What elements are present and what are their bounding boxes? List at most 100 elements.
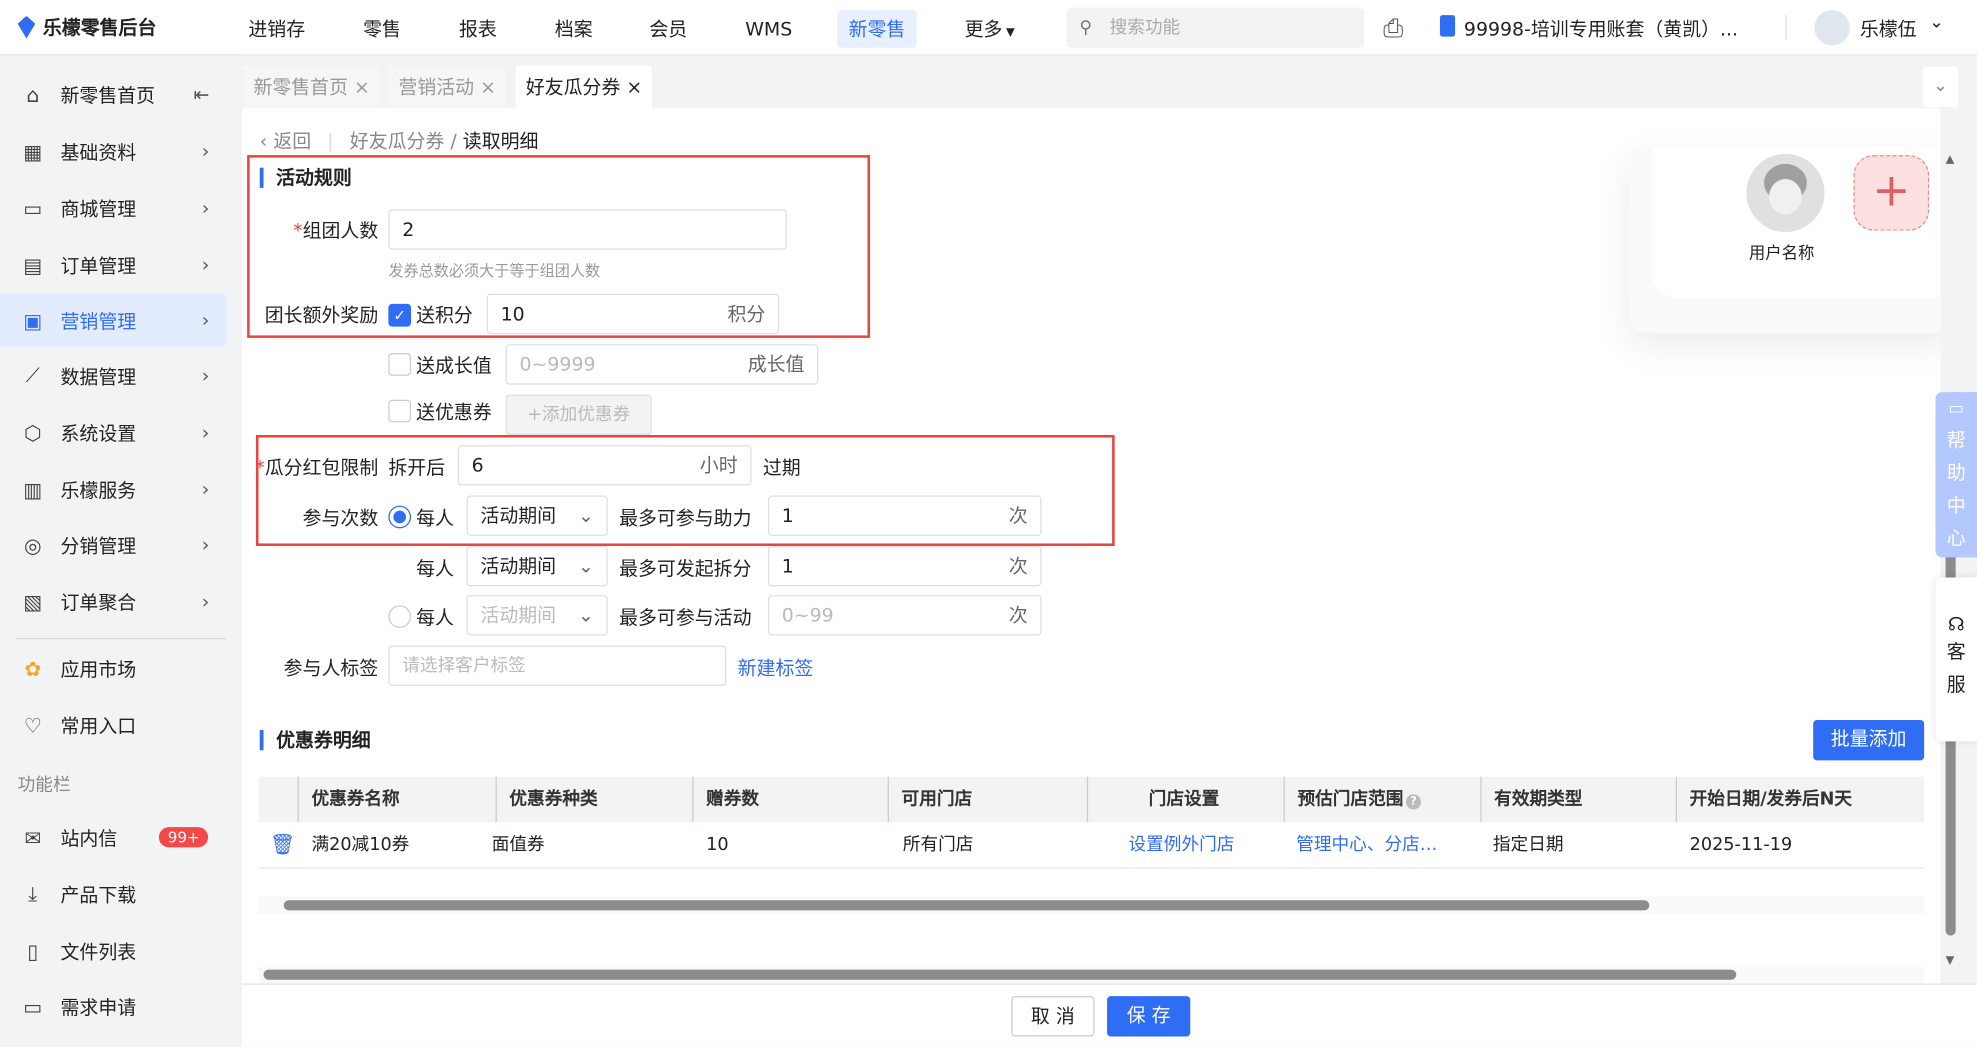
close-icon[interactable]: × <box>354 76 370 99</box>
leader-reward-label: 团长额外奖励 <box>264 303 379 327</box>
split-hours-input[interactable]: 6 小时 <box>457 445 752 486</box>
delete-icon[interactable]: 🗑 <box>270 822 296 867</box>
service-icon: ▥ <box>23 477 43 502</box>
sidebar-item-home[interactable]: ⌂ 新零售首页 ⇤ <box>0 68 227 121</box>
headset-icon: ☊ <box>1947 612 1965 636</box>
points-checkbox[interactable]: ✓ <box>388 303 412 327</box>
per-person-label: 每人 <box>416 557 454 581</box>
printer-icon[interactable]: ⎙ <box>1383 13 1403 43</box>
sidebar-item-files[interactable]: ▯ 文件列表 <box>0 924 227 977</box>
close-icon[interactable]: × <box>626 76 642 99</box>
help-icon[interactable]: ? <box>1405 794 1422 810</box>
sidebar-item-mall[interactable]: ▭ 商城管理 › <box>0 182 227 235</box>
nav-reports[interactable]: 报表 <box>448 10 509 48</box>
sidebar-item-messages[interactable]: ✉ 站内信 99+ <box>0 811 227 864</box>
group-size-label: *组团人数 <box>293 219 379 243</box>
activity-limit-input[interactable]: 0~99 次 <box>767 595 1042 636</box>
assist-limit-radio[interactable] <box>388 505 412 529</box>
search-input[interactable]: ⚲ 搜索功能 <box>1066 7 1365 48</box>
chart-icon: ⟋ <box>25 363 40 388</box>
chevron-right-icon: › <box>201 477 210 501</box>
scroll-down-icon[interactable]: ▼ <box>1946 955 1955 968</box>
nav-more[interactable]: 更多 ▼ <box>953 10 1026 48</box>
sidebar-item-data[interactable]: ⟋ 数据管理 › <box>0 349 227 402</box>
page-horizontal-scrollbar[interactable] <box>258 967 1925 984</box>
app-logo[interactable]: 乐檬零售后台 <box>17 14 156 40</box>
breadcrumb: ‹ 返回 | 好友瓜分券 / 读取明细 <box>259 129 539 153</box>
customer-tags-select[interactable]: 请选择客户标签 <box>388 645 727 686</box>
sidebar-item-orders[interactable]: ▤ 订单管理 › <box>0 238 227 291</box>
chevron-down-icon: ⌄ <box>578 504 594 528</box>
period-select[interactable]: 活动期间 ⌄ <box>466 545 608 587</box>
coupon-checkbox[interactable] <box>388 399 412 423</box>
main-content: ‹ 返回 | 好友瓜分券 / 读取明细 活动规则 *组团人数 2 发券总数必须大… <box>242 108 1941 984</box>
tab-friend-split-coupon[interactable]: 好友瓜分券 × <box>515 65 653 109</box>
split-start-limit-input[interactable]: 1次 <box>767 545 1042 587</box>
tabs-dropdown-icon[interactable]: ⌄ <box>1922 66 1959 108</box>
add-coupon-button[interactable]: +添加优惠券 <box>505 394 652 436</box>
activity-limit-radio[interactable] <box>388 605 412 628</box>
nav-archive[interactable]: 档案 <box>543 10 604 48</box>
sidebar-item-favorites[interactable]: ♡ 常用入口 <box>0 699 227 752</box>
period-select[interactable]: 活动期间 ⌄ <box>466 595 608 636</box>
chevron-right-icon: › <box>201 253 210 277</box>
app-market-icon: ✿ <box>24 656 42 681</box>
sidebar-item-distribution[interactable]: ◎ 分销管理 › <box>0 518 227 571</box>
divider <box>15 638 227 640</box>
tab-marketing[interactable]: 营销活动 × <box>388 65 507 109</box>
column-header: 有效期类型 <box>1480 776 1582 823</box>
back-link[interactable]: ‹ 返回 <box>260 130 311 153</box>
help-center-button[interactable]: ▭ 帮助中心 <box>1935 392 1977 558</box>
user-name[interactable]: 乐檬伍 <box>1860 15 1917 41</box>
sidebar-item-download[interactable]: ⤓ 产品下载 <box>0 867 227 920</box>
period-select[interactable]: 活动期间 ⌄ <box>466 495 608 536</box>
growth-checkbox[interactable] <box>388 353 412 376</box>
user-avatar-icon <box>1746 153 1825 233</box>
nav-inventory[interactable]: 进销存 <box>237 10 316 48</box>
store-range-link[interactable]: 管理中心、分店… <box>1296 822 1437 867</box>
nav-new-retail[interactable]: 新零售 <box>837 10 917 48</box>
growth-input[interactable]: 0~9999 成长值 <box>505 344 819 385</box>
sidebar-item-requests[interactable]: ▭ 需求申请 <box>0 980 227 1033</box>
cancel-button[interactable]: 取 消 <box>1011 996 1095 1037</box>
download-icon: ⤓ <box>28 881 38 906</box>
nav-retail[interactable]: 零售 <box>352 10 413 48</box>
sidebar-item-app-market[interactable]: ✿ 应用市场 <box>0 642 227 695</box>
collapse-icon[interactable]: ⇤ <box>193 83 209 106</box>
chevron-right-icon: › <box>201 590 210 613</box>
customer-service-button[interactable]: ☊ 客服 <box>1935 577 1977 742</box>
group-size-input[interactable]: 2 <box>388 209 787 250</box>
save-button[interactable]: 保 存 <box>1107 996 1191 1037</box>
sidebar-item-aggregate[interactable]: ▧ 订单聚合 › <box>0 575 227 628</box>
participation-label: 参与次数 <box>302 506 379 530</box>
available-stores: 所有门店 <box>902 834 974 855</box>
points-input[interactable]: 10 积分 <box>486 293 780 335</box>
table-horizontal-scrollbar[interactable] <box>258 896 1925 915</box>
scroll-up-icon[interactable]: ▲ <box>1946 154 1955 167</box>
heart-icon: ♡ <box>23 713 42 737</box>
close-icon[interactable]: × <box>480 76 496 99</box>
sidebar-item-service[interactable]: ▥ 乐檬服务 › <box>0 463 227 516</box>
sidebar-item-settings[interactable]: ⬡ 系统设置 › <box>0 406 227 459</box>
column-header: 门店设置 <box>1086 776 1219 823</box>
breadcrumb-parent[interactable]: 好友瓜分券 <box>350 130 445 153</box>
sidebar-item-basic[interactable]: ▦ 基础资料 › <box>0 125 227 178</box>
batch-add-button[interactable]: 批量添加 <box>1813 719 1925 761</box>
sidebar-item-marketing[interactable]: ▣ 营销管理 › <box>0 293 227 347</box>
new-tag-link[interactable]: 新建标签 <box>738 654 814 680</box>
preview-card: 用户名称 + <box>1629 146 1941 333</box>
nav-members[interactable]: 会员 <box>638 10 699 48</box>
nav-wms[interactable]: WMS <box>734 10 804 48</box>
footer-bar: 取 消 保 存 <box>242 983 1977 1047</box>
account-name[interactable]: 99998-培训专用账套（黄凯）... <box>1464 15 1738 41</box>
assist-limit-input[interactable]: 1次 <box>767 495 1042 536</box>
chevron-right-icon: › <box>201 533 210 557</box>
settings-icon: ⬡ <box>23 420 42 445</box>
tab-new-retail-home[interactable]: 新零售首页 × <box>243 65 381 109</box>
set-exception-stores-link[interactable]: 设置例外门店 <box>1129 822 1235 867</box>
chevron-down-icon[interactable]: ⌄ <box>1929 13 1944 33</box>
avatar[interactable] <box>1814 10 1850 46</box>
vertical-scrollbar[interactable]: ▲ ▼ <box>1942 154 1960 986</box>
message-icon: ✉ <box>24 825 42 850</box>
section-title-coupons: 优惠券明细 <box>259 730 371 751</box>
